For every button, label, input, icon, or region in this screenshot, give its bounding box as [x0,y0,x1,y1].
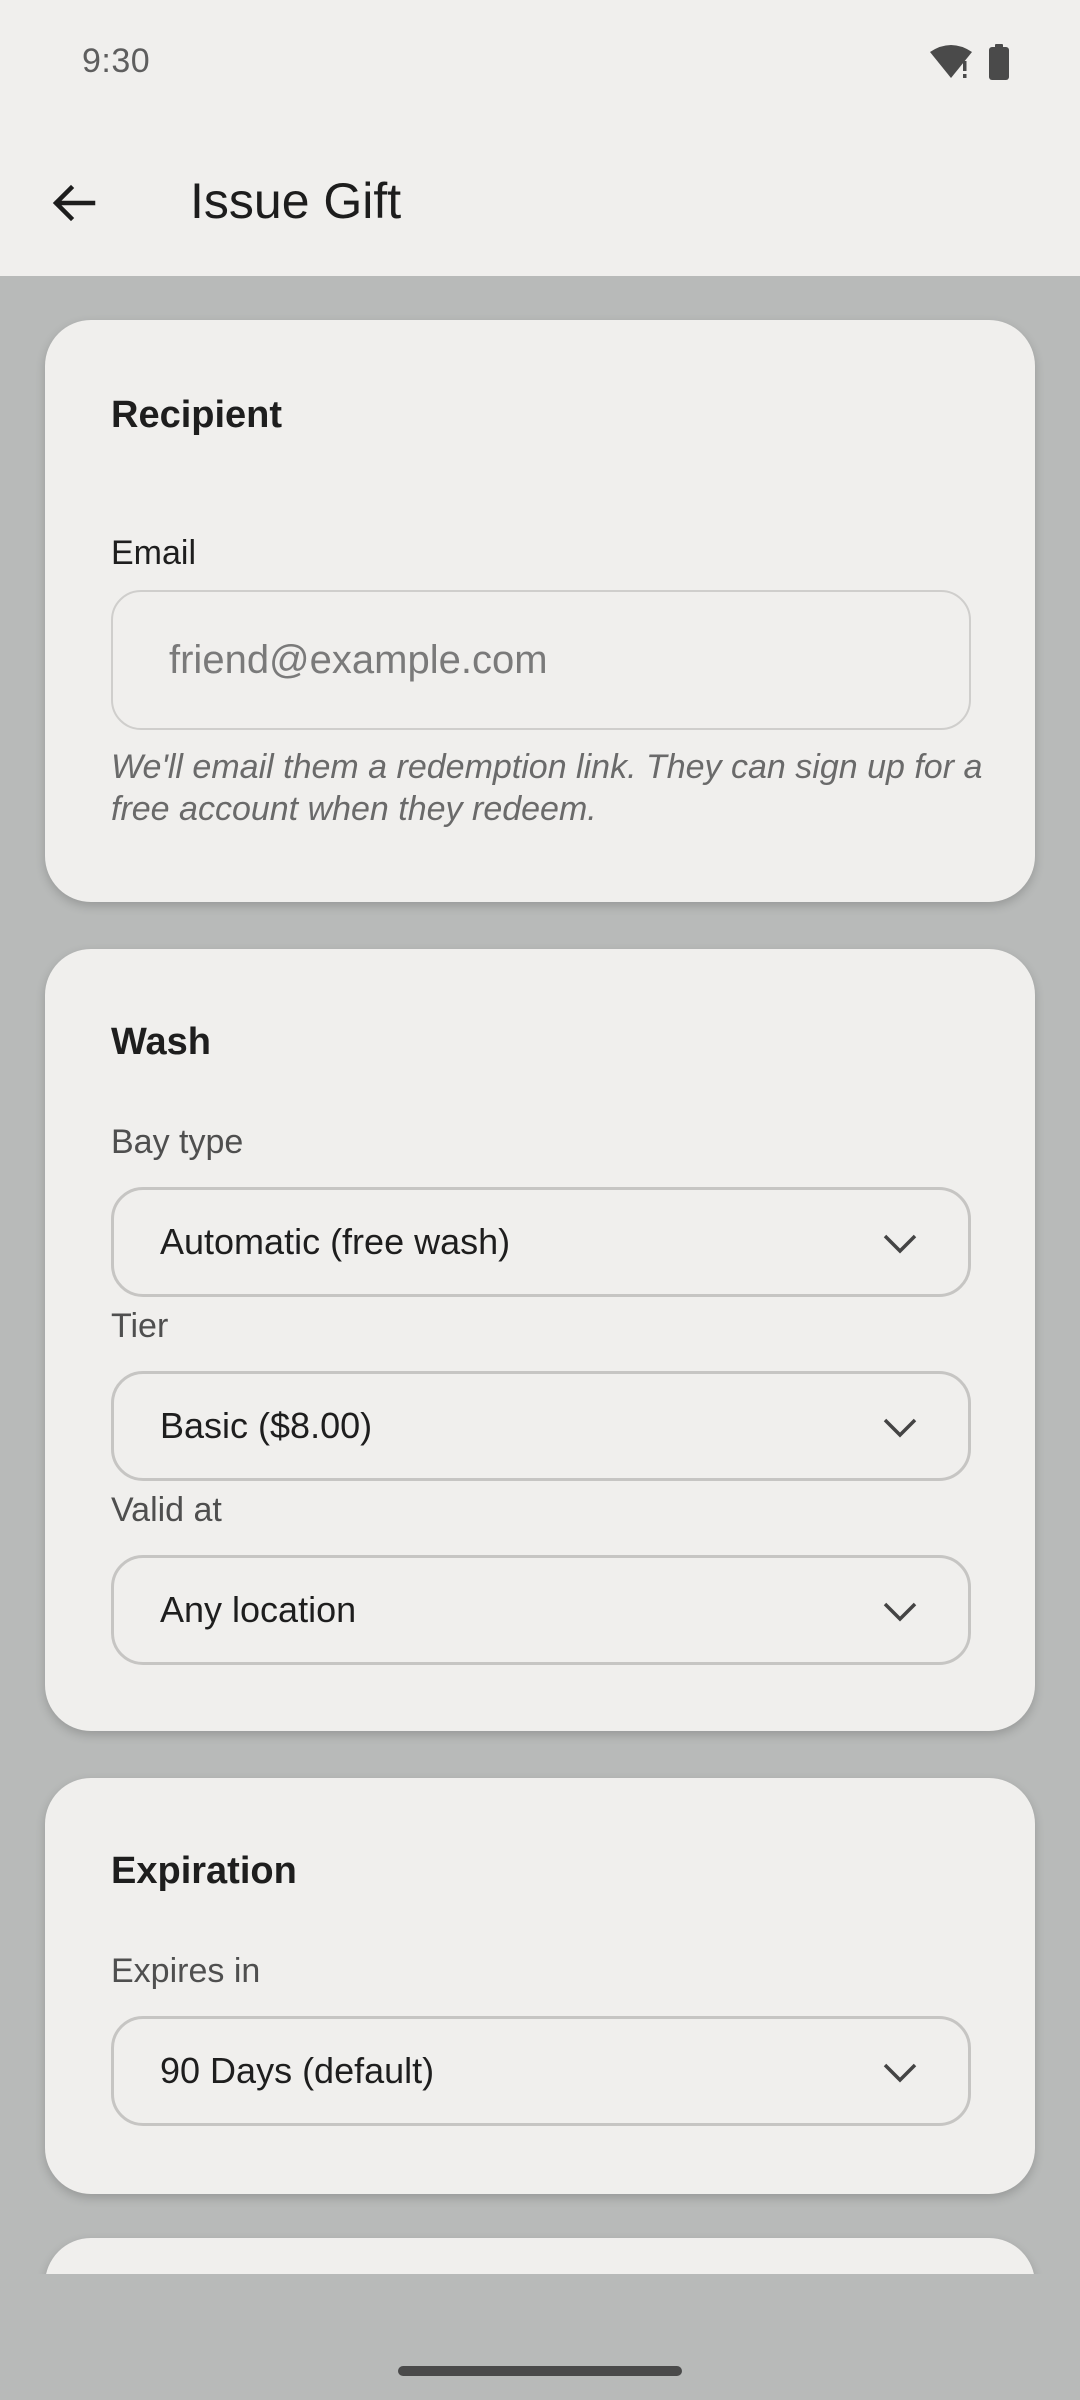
wash-title: Wash [111,1021,211,1063]
valid-at-label: Valid at [111,1491,222,1529]
valid-at-dropdown[interactable]: Any location [111,1555,971,1665]
email-helper-text: We'll email them a redemption link. They… [111,748,983,828]
arrow-left-icon [49,179,97,232]
expiration-card: Expiration Expires in 90 Days (default) [45,1778,1035,2194]
tier-label: Tier [111,1307,169,1345]
status-time: 9:30 [82,42,151,80]
recipient-title: Recipient [111,394,283,436]
tier-value: Basic ($8.00) [160,1405,373,1446]
expires-in-dropdown[interactable]: 90 Days (default) [111,2016,971,2126]
email-field[interactable] [111,590,971,730]
recipient-card: Recipient Email We'll email them a redem… [45,320,1035,902]
expiration-title: Expiration [111,1850,297,1892]
chevron-down-icon [882,2055,918,2091]
status-icons [930,44,1010,85]
expires-in-value: 90 Days (default) [160,2050,435,2091]
battery-icon [988,44,1010,85]
gesture-navigation-bar[interactable] [398,2366,682,2376]
email-label: Email [111,534,197,572]
tier-dropdown[interactable]: Basic ($8.00) [111,1371,971,1481]
next-card-partial [45,2238,1035,2274]
top-app-bar: Issue Gift [0,128,1080,276]
page-title: Issue Gift [190,173,402,229]
expires-in-label: Expires in [111,1952,261,1990]
wash-card: Wash Bay type Automatic (free wash) Tier… [45,949,1035,1731]
status-bar: 9:30 [0,0,1080,128]
back-button[interactable] [34,166,112,244]
form-content[interactable]: Recipient Email We'll email them a redem… [0,276,1080,2274]
chevron-down-icon [882,1410,918,1446]
valid-at-value: Any location [160,1589,357,1630]
bay-type-dropdown[interactable]: Automatic (free wash) [111,1187,971,1297]
wifi-alert-icon [930,44,972,85]
chevron-down-icon [882,1226,918,1262]
chevron-down-icon [882,1594,918,1630]
bay-type-label: Bay type [111,1123,244,1161]
bay-type-value: Automatic (free wash) [160,1221,511,1262]
